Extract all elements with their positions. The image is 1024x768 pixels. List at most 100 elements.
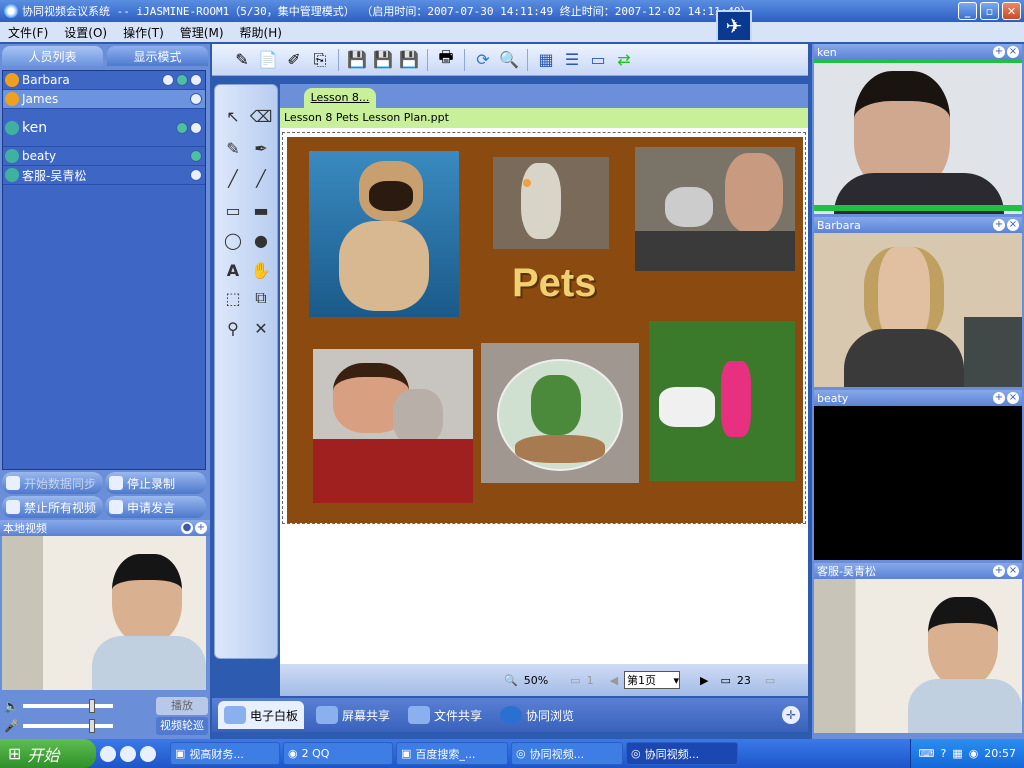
- user-row-barbara[interactable]: Barbara: [3, 71, 205, 90]
- video-rotate-button[interactable]: 视频轮巡: [156, 717, 208, 735]
- menu-operation[interactable]: 操作(T): [115, 24, 172, 41]
- help-icon[interactable]: ?: [940, 747, 946, 760]
- eraser-icon[interactable]: ⌫: [249, 105, 273, 127]
- network-icon[interactable]: ▦: [952, 747, 962, 760]
- speaker-volume-slider[interactable]: [22, 699, 113, 713]
- task-baidu[interactable]: ▣ 百度搜索_...: [396, 742, 508, 765]
- expand-icon[interactable]: +: [993, 392, 1005, 404]
- expand-icon[interactable]: +: [993, 219, 1005, 231]
- right-panel: ken + × Barbara + × beaty + × 客服-吴青松 + ×: [812, 44, 1024, 739]
- new-page-icon[interactable]: 📄: [256, 48, 280, 72]
- tab-display-mode[interactable]: 显示模式: [107, 46, 208, 66]
- first-page-icon[interactable]: ▭: [570, 674, 580, 687]
- mic-icon: [176, 121, 188, 134]
- zoom-icon[interactable]: 🔍: [497, 48, 521, 72]
- menu-manage[interactable]: 管理(M): [172, 24, 232, 41]
- pin-icon[interactable]: ●: [181, 522, 193, 534]
- tab-user-list[interactable]: 人员列表: [2, 46, 103, 66]
- doc-tab[interactable]: Lesson 8...: [304, 88, 376, 108]
- tab-co-browse[interactable]: 协同浏览: [494, 701, 580, 729]
- start-sync-button[interactable]: 开始数据同步: [2, 472, 103, 494]
- user-row-beaty[interactable]: beaty: [3, 147, 205, 166]
- whiteboard: Lesson 8... Lesson 8 Pets Lesson Plan.pp…: [280, 84, 808, 664]
- save-all-icon[interactable]: 💾: [397, 48, 421, 72]
- menu-help[interactable]: 帮助(H): [232, 24, 290, 41]
- save-as-icon[interactable]: 💾: [371, 48, 395, 72]
- zoom-level: 50%: [523, 673, 549, 687]
- layer-icon[interactable]: ⧉: [249, 287, 273, 309]
- tab-whiteboard[interactable]: 电子白板: [218, 701, 305, 729]
- delete-icon[interactable]: ✕: [249, 317, 273, 339]
- save-icon[interactable]: 💾: [345, 48, 369, 72]
- close-button[interactable]: ✕: [1002, 2, 1021, 20]
- ie-quicklaunch-icon[interactable]: [100, 745, 116, 762]
- task-video-1[interactable]: ◎ 协同视频...: [511, 742, 623, 765]
- request-speak-button[interactable]: 申请发言: [105, 496, 206, 518]
- line-icon[interactable]: ╱: [221, 167, 245, 189]
- file-name: Lesson 8 Pets Lesson Plan.ppt: [280, 108, 808, 128]
- minimize-button[interactable]: _: [958, 2, 977, 20]
- keyboard-icon[interactable]: ⌨: [919, 747, 935, 760]
- text-icon[interactable]: A: [221, 259, 245, 281]
- next-page-icon[interactable]: ▶: [700, 674, 708, 687]
- bottom-tabs: 电子白板 屏幕共享 文件共享 协同浏览 ✛: [212, 698, 808, 732]
- ellipse-outline-icon[interactable]: ◯: [221, 229, 245, 251]
- browser-quicklaunch-icon[interactable]: [120, 745, 136, 762]
- menu-settings[interactable]: 设置(O): [56, 24, 115, 41]
- user-row-ken[interactable]: ken: [3, 109, 205, 147]
- grid-icon[interactable]: ▦: [534, 48, 558, 72]
- refresh-icon[interactable]: ⟳: [471, 48, 495, 72]
- user-name: James: [22, 92, 59, 106]
- tab-file-share[interactable]: 文件共享: [402, 701, 488, 729]
- erase-icon[interactable]: ✐: [282, 48, 306, 72]
- expand-icon[interactable]: +: [993, 565, 1005, 577]
- page-select[interactable]: 第1页 ▾: [624, 671, 681, 689]
- pointer-icon[interactable]: ↖: [221, 105, 245, 127]
- restore-button[interactable]: ▫: [980, 2, 999, 20]
- add-icon[interactable]: ✛: [782, 706, 800, 724]
- start-button[interactable]: ⊞ 开始: [0, 739, 96, 768]
- last-page-icon[interactable]: ▭: [765, 674, 775, 687]
- play-button[interactable]: 播放: [156, 697, 208, 715]
- user-name: beaty: [22, 149, 57, 163]
- disable-all-video-button[interactable]: 禁止所有视频: [2, 496, 103, 518]
- close-icon[interactable]: ×: [1007, 219, 1019, 231]
- close-icon[interactable]: ×: [1007, 392, 1019, 404]
- camera-icon: [190, 74, 202, 86]
- copy-icon[interactable]: ⎘: [308, 48, 332, 72]
- fishbowl-photo: [481, 343, 639, 483]
- rect-fill-icon[interactable]: ▬: [249, 199, 273, 221]
- edit-icon[interactable]: ✎: [230, 48, 254, 72]
- hand-icon[interactable]: ✋: [249, 259, 273, 281]
- stop-record-button[interactable]: 停止录制: [105, 472, 206, 494]
- zoom-magnifier-icon[interactable]: 🔍: [504, 674, 518, 687]
- select-icon[interactable]: ⬚: [221, 287, 245, 309]
- brush-icon[interactable]: ╱: [249, 167, 273, 189]
- prev-page-icon[interactable]: ◀: [610, 674, 618, 687]
- task-video-2[interactable]: ◎ 协同视频...: [626, 742, 738, 765]
- ellipse-fill-icon[interactable]: ●: [249, 229, 273, 251]
- messenger-quicklaunch-icon[interactable]: [140, 745, 156, 762]
- volume-icon[interactable]: ◉: [969, 747, 979, 760]
- expand-icon[interactable]: +: [195, 522, 207, 534]
- window-icon[interactable]: ▭: [586, 48, 610, 72]
- swap-arrows-icon[interactable]: ⇄: [612, 48, 636, 72]
- clock[interactable]: 20:57: [984, 747, 1016, 760]
- print-icon[interactable]: 🖶: [434, 47, 458, 72]
- task-qq[interactable]: ◉ 2 QQ: [283, 742, 393, 765]
- pen-icon[interactable]: ✒: [249, 137, 273, 159]
- close-icon[interactable]: ×: [1007, 46, 1019, 58]
- list-icon[interactable]: ☰: [560, 48, 584, 72]
- expand-icon[interactable]: +: [993, 46, 1005, 58]
- tab-screen-share[interactable]: 屏幕共享: [310, 701, 396, 729]
- menu-file[interactable]: 文件(F): [0, 24, 56, 41]
- user-row-james[interactable]: James: [3, 90, 205, 109]
- total-pages: 23: [736, 673, 751, 687]
- user-row-support[interactable]: 客服-吴青松: [3, 166, 205, 185]
- rect-outline-icon[interactable]: ▭: [221, 199, 245, 221]
- pencil-icon[interactable]: ✎: [221, 137, 245, 159]
- task-finance[interactable]: ▣ 视高财务...: [170, 742, 280, 765]
- close-icon[interactable]: ×: [1007, 565, 1019, 577]
- mic-volume-slider[interactable]: [22, 719, 113, 733]
- stamp-icon[interactable]: ⚲: [221, 317, 245, 339]
